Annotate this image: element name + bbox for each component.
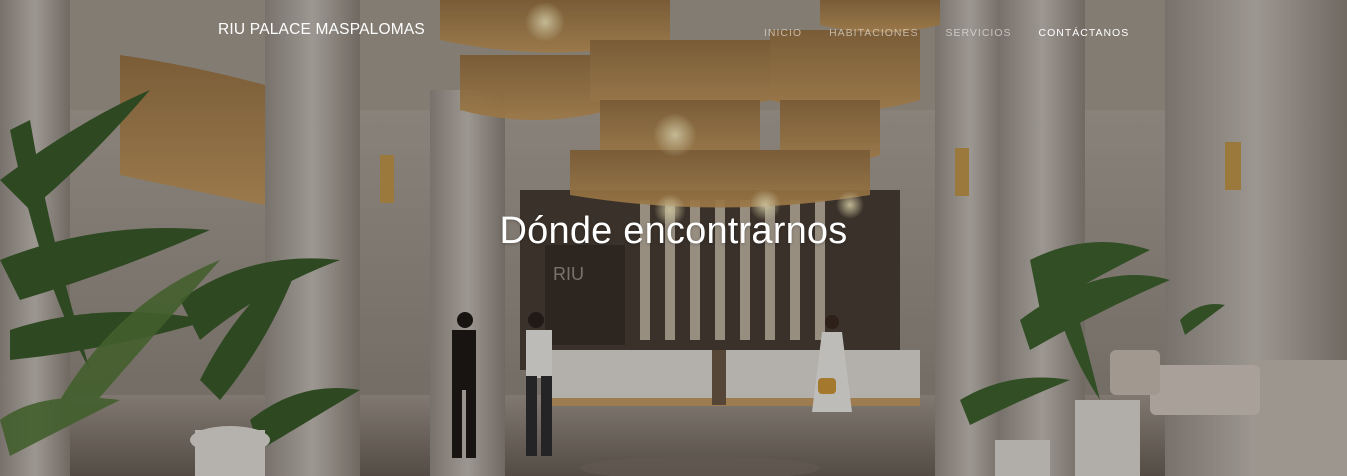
nav-item-contactanos: CONTÁCTANOS (1039, 27, 1157, 39)
hero-section: RIU RIU PALACE MASPALOMAS INICIO HABITAC… (0, 0, 1347, 476)
nav-link-contactanos[interactable]: CONTÁCTANOS (1039, 27, 1130, 39)
nav-item-servicios: SERVICIOS (946, 27, 1039, 39)
nav-link-habitaciones[interactable]: HABITACIONES (829, 27, 918, 39)
nav-link-inicio[interactable]: INICIO (764, 27, 802, 39)
top-navbar: RIU PALACE MASPALOMAS INICIO HABITACIONE… (0, 0, 1347, 64)
page-title: Dónde encontrarnos (499, 210, 848, 252)
nav-item-inicio: INICIO (764, 27, 829, 39)
brand-logo-link[interactable]: RIU PALACE MASPALOMAS (218, 21, 425, 39)
nav-link-servicios[interactable]: SERVICIOS (946, 27, 1012, 39)
nav-item-habitaciones: HABITACIONES (829, 27, 945, 39)
nav-menu: INICIO HABITACIONES SERVICIOS CONTÁCTANO… (764, 27, 1156, 39)
